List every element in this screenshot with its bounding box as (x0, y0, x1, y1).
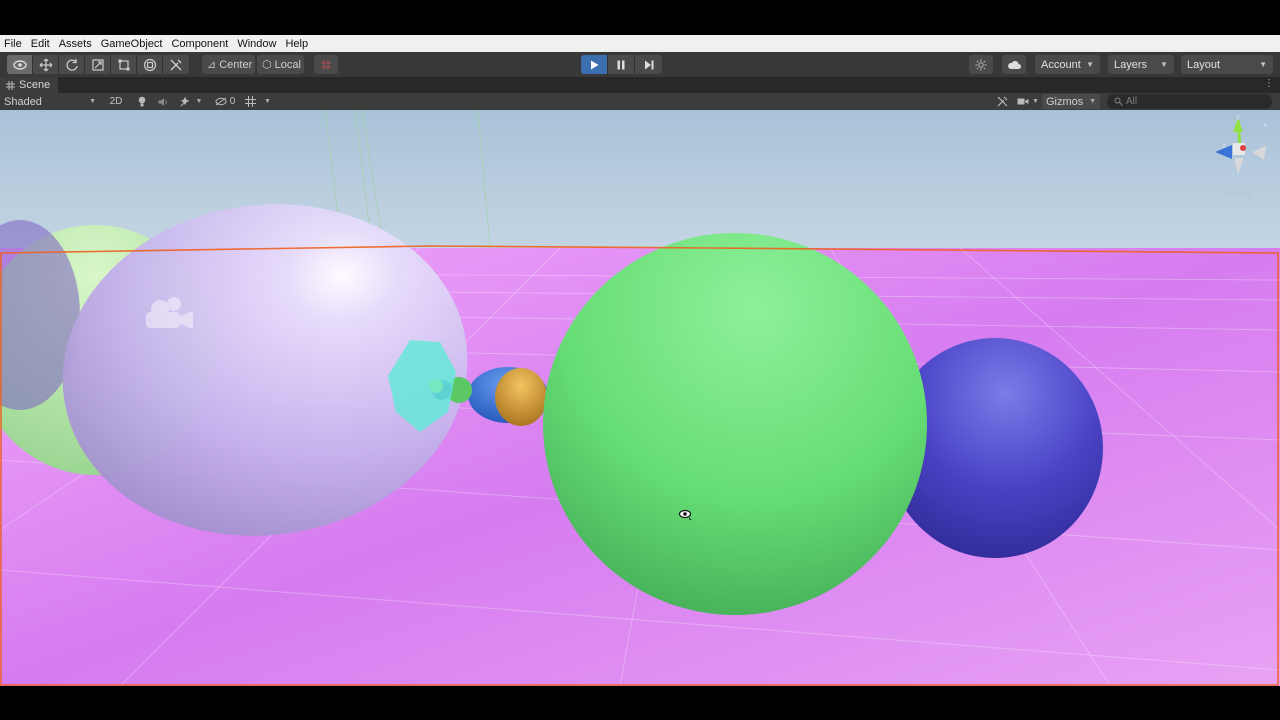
lighting-toggle-button[interactable] (134, 94, 150, 109)
pivot-mode-label: Center (219, 58, 253, 71)
pivot-center-icon: ⊿ (207, 59, 217, 71)
custom-tool-button[interactable] (163, 55, 189, 74)
svg-text:z: z (1222, 142, 1226, 150)
account-dropdown[interactable]: Account ▼ (1035, 55, 1100, 74)
svg-text:y: y (1236, 113, 1240, 121)
letterbox-top (0, 0, 1280, 35)
transform-tool-button[interactable] (137, 55, 163, 74)
speaker-icon (158, 97, 167, 106)
transform-icon (143, 58, 156, 71)
playback-controls (581, 55, 662, 74)
menu-file[interactable]: File (4, 38, 22, 50)
layout-label: Layout (1187, 58, 1221, 71)
move-icon (39, 58, 52, 71)
camera-settings-dropdown[interactable]: ▼ (1015, 94, 1041, 109)
pause-icon (617, 60, 625, 69)
scene-render: z x y (0, 110, 1280, 686)
grid-icon (245, 96, 257, 107)
rect-tool-button[interactable] (111, 55, 137, 74)
rect-icon (118, 59, 129, 70)
tools-button[interactable] (994, 94, 1010, 109)
scene-grid-icon (6, 80, 15, 90)
caret-down-icon: ▼ (195, 98, 203, 105)
draw-mode-dropdown[interactable]: Shaded ▼ (0, 94, 100, 109)
step-icon (644, 60, 653, 69)
gizmos-dropdown[interactable]: Gizmos ▼ (1042, 94, 1100, 109)
pause-button[interactable] (608, 55, 635, 74)
menu-help[interactable]: Help (285, 38, 308, 50)
caret-down-icon: ▼ (264, 98, 271, 105)
play-icon (590, 60, 598, 69)
services-button[interactable] (969, 55, 993, 74)
wrench-icon (170, 59, 182, 70)
main-toolbar: ⊿ Center ⬡ Local Account ▼ Layers ▼ Layo… (0, 52, 1280, 77)
cloud-button[interactable] (1002, 55, 1026, 74)
hidden-objects-toggle[interactable]: 0 (212, 94, 238, 109)
layout-dropdown[interactable]: Layout ▼ (1181, 55, 1273, 74)
search-icon (1114, 97, 1123, 106)
scale-icon (91, 58, 104, 71)
layers-dropdown[interactable]: Layers ▼ (1108, 55, 1174, 74)
audio-toggle-button[interactable] (155, 94, 171, 109)
grid-snap-button[interactable] (314, 55, 338, 74)
lightbulb-icon (138, 96, 146, 107)
2d-toggle-label: 2D (109, 96, 123, 107)
hand-cursor-eye-icon (679, 509, 693, 521)
svg-text:x: x (1263, 121, 1267, 129)
scene-toolbar: Shaded ▼ 2D ▼ 0 ▼ ▼ Gizmos ▼ All (0, 93, 1280, 110)
hidden-eye-icon (215, 97, 227, 106)
menu-window[interactable]: Window (237, 38, 276, 50)
step-button[interactable] (635, 55, 662, 74)
effects-dropdown[interactable]: ▼ (176, 94, 206, 109)
menu-assets[interactable]: Assets (59, 38, 92, 50)
transform-tools (7, 55, 189, 74)
caret-down-icon: ▼ (89, 98, 96, 105)
eye-icon (12, 59, 27, 70)
rotate-icon (65, 58, 78, 71)
gizmos-label: Gizmos (1046, 95, 1084, 108)
effects-icon (180, 96, 189, 107)
grid-snap-icon (321, 59, 331, 70)
menu-gameobject[interactable]: GameObject (101, 38, 163, 50)
move-tool-button[interactable] (33, 55, 59, 74)
letterbox-bottom (0, 686, 1280, 720)
grid-dropdown[interactable]: ▼ (242, 94, 274, 109)
2d-toggle-button[interactable]: 2D (106, 94, 126, 109)
wrench-icon (997, 96, 1007, 107)
draw-mode-label: Shaded (4, 95, 42, 108)
search-placeholder: All (1126, 96, 1138, 107)
menu-bar: File Edit Assets GameObject Component Wi… (0, 35, 1280, 52)
scene-viewport[interactable]: z x y Persp (0, 110, 1280, 686)
pivot-rotation-toggle[interactable]: ⬡ Local (257, 55, 304, 74)
tab-scene-label: Scene (19, 79, 51, 91)
pivot-mode-toggle[interactable]: ⊿ Center (202, 55, 255, 74)
pivot-rotation-label: Local (274, 58, 301, 71)
scale-tool-button[interactable] (85, 55, 111, 74)
menu-component[interactable]: Component (171, 38, 228, 50)
account-label: Account (1041, 58, 1081, 71)
hand-tool-button[interactable] (7, 55, 33, 74)
caret-down-icon: ▼ (1259, 60, 1267, 69)
tab-menu-icon[interactable]: ⋮ (1264, 78, 1274, 89)
hidden-count: 0 (229, 96, 236, 107)
cloud-icon (1008, 60, 1021, 69)
video-camera-icon (1017, 98, 1029, 105)
menu-edit[interactable]: Edit (31, 38, 50, 50)
tab-bar: Scene ⋮ (0, 77, 1280, 93)
pivot-local-icon: ⬡ (262, 59, 272, 71)
projection-label[interactable]: Persp (1227, 188, 1253, 199)
play-button[interactable] (581, 55, 608, 74)
rotate-tool-button[interactable] (59, 55, 85, 74)
caret-down-icon: ▼ (1086, 60, 1094, 69)
scene-search-input[interactable]: All (1107, 94, 1272, 109)
sun-icon (975, 59, 987, 70)
caret-down-icon: ▼ (1032, 98, 1039, 105)
layers-label: Layers (1114, 58, 1148, 71)
tab-scene[interactable]: Scene (0, 77, 58, 93)
caret-down-icon: ▼ (1089, 98, 1096, 105)
caret-down-icon: ▼ (1160, 60, 1168, 69)
